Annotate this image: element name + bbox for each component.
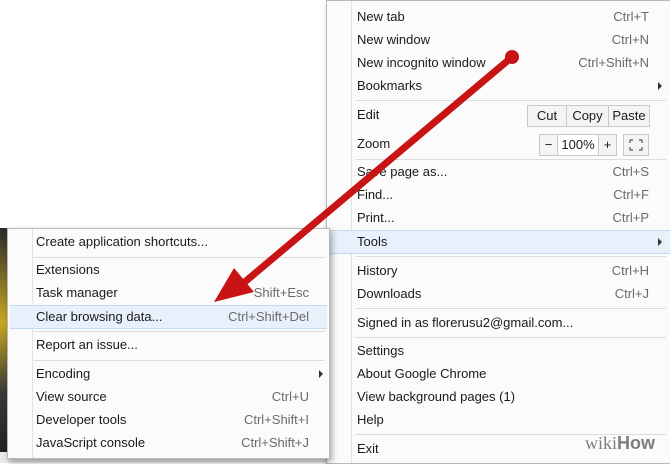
submenu-item-clear-browsing-data[interactable]: Clear browsing data... Ctrl+Shift+Del [10, 305, 327, 329]
menu-item-label: Tools [357, 234, 388, 249]
menu-item-label: Help [357, 412, 384, 427]
menu-item-history[interactable]: History Ctrl+H [327, 260, 670, 282]
submenu-item-extensions[interactable]: Extensions [8, 259, 329, 281]
paste-button[interactable]: Paste [608, 105, 650, 127]
menu-item-shortcut: Ctrl+Shift+I [243, 412, 309, 427]
menu-item-shortcut: Ctrl+S [612, 164, 649, 179]
tools-submenu: Create application shortcuts... Extensio… [7, 228, 330, 459]
menu-item-label: New tab [357, 9, 405, 24]
menu-item-label: Edit [357, 107, 380, 122]
menu-item-label: Settings [357, 343, 404, 358]
menu-item-settings[interactable]: Settings [327, 340, 670, 362]
menu-item-new-tab[interactable]: New tab Ctrl+T [327, 6, 670, 28]
menu-item-label: JavaScript console [36, 435, 146, 450]
menu-item-help[interactable]: Help [327, 409, 670, 431]
menu-item-label: Developer tools [36, 412, 127, 427]
zoom-level: 100% [557, 134, 599, 156]
menu-item-label: History [357, 263, 398, 278]
menu-item-label: Bookmarks [357, 78, 423, 93]
submenu-arrow-icon [658, 82, 662, 90]
menu-item-label: Create application shortcuts... [36, 234, 208, 249]
menu-item-new-window[interactable]: New window Ctrl+N [327, 29, 670, 51]
menu-item-new-incognito-window[interactable]: New incognito window Ctrl+Shift+N [327, 52, 670, 74]
menu-item-label: Encoding [36, 366, 91, 381]
submenu-item-create-shortcuts[interactable]: Create application shortcuts... [8, 231, 329, 253]
menu-item-find[interactable]: Find... Ctrl+F [327, 184, 670, 206]
submenu-item-view-source[interactable]: View source Ctrl+U [8, 386, 329, 408]
menu-item-label: Clear browsing data... [36, 309, 163, 324]
menu-item-label: Save page as... [357, 164, 448, 179]
menu-item-label: Zoom [357, 136, 391, 151]
menu-item-label: View background pages (1) [357, 389, 516, 404]
submenu-arrow-icon [319, 370, 323, 378]
menu-item-shortcut: Ctrl+Shift+J [241, 435, 309, 450]
submenu-item-task-manager[interactable]: Task manager Shift+Esc [8, 282, 329, 304]
submenu-item-report-issue[interactable]: Report an issue... [8, 334, 329, 356]
menu-item-shortcut: Ctrl+F [613, 187, 649, 202]
menu-item-shortcut: Ctrl+Shift+N [578, 55, 649, 70]
menu-item-zoom: Zoom [327, 133, 670, 155]
submenu-item-encoding[interactable]: Encoding [8, 363, 329, 385]
menu-item-bookmarks[interactable]: Bookmarks [327, 75, 670, 97]
submenu-arrow-icon [658, 238, 662, 246]
menu-item-shortcut: Ctrl+Shift+Del [228, 309, 309, 324]
menu-item-label: Report an issue... [36, 337, 138, 352]
menu-item-background-pages[interactable]: View background pages (1) [327, 386, 670, 408]
copy-button[interactable]: Copy [566, 105, 609, 127]
cut-button[interactable]: Cut [527, 105, 567, 127]
menu-item-shortcut: Ctrl+J [614, 286, 649, 301]
submenu-item-developer-tools[interactable]: Developer tools Ctrl+Shift+I [8, 409, 329, 431]
menu-item-shortcut: Shift+Esc [253, 285, 309, 300]
menu-item-downloads[interactable]: Downloads Ctrl+J [327, 283, 670, 305]
menu-item-shortcut: Ctrl+N [611, 32, 649, 47]
menu-item-label: Exit [357, 441, 379, 456]
menu-item-label: Downloads [357, 286, 422, 301]
menu-item-label: Find... [357, 187, 394, 202]
wikihow-watermark: wikiHow [585, 433, 656, 453]
menu-item-signed-in[interactable]: Signed in as florerusu2@gmail.com... [327, 312, 670, 334]
fullscreen-icon [629, 139, 643, 151]
menu-item-shortcut: Ctrl+U [271, 389, 309, 404]
menu-item-shortcut: Ctrl+T [613, 9, 649, 24]
menu-item-label: Task manager [36, 285, 118, 300]
menu-item-label: Signed in as florerusu2@gmail.com... [357, 315, 574, 330]
menu-item-save-page[interactable]: Save page as... Ctrl+S [327, 161, 670, 183]
menu-item-label: View source [36, 389, 107, 404]
menu-item-label: New incognito window [357, 55, 486, 70]
chrome-main-menu: New tab Ctrl+T New window Ctrl+N New inc… [326, 0, 670, 464]
menu-item-label: Print... [357, 210, 395, 225]
menu-item-tools[interactable]: Tools [327, 230, 670, 254]
menu-item-label: Extensions [36, 262, 100, 277]
zoom-in-button[interactable]: + [598, 134, 617, 156]
fullscreen-button[interactable] [623, 134, 649, 156]
menu-item-print[interactable]: Print... Ctrl+P [327, 207, 670, 229]
menu-item-shortcut: Ctrl+P [612, 210, 649, 225]
menu-item-label: New window [357, 32, 430, 47]
submenu-item-javascript-console[interactable]: JavaScript console Ctrl+Shift+J [8, 432, 329, 454]
zoom-out-button[interactable]: − [539, 134, 558, 156]
menu-item-about[interactable]: About Google Chrome [327, 363, 670, 385]
menu-item-shortcut: Ctrl+H [611, 263, 649, 278]
menu-item-label: About Google Chrome [357, 366, 487, 381]
